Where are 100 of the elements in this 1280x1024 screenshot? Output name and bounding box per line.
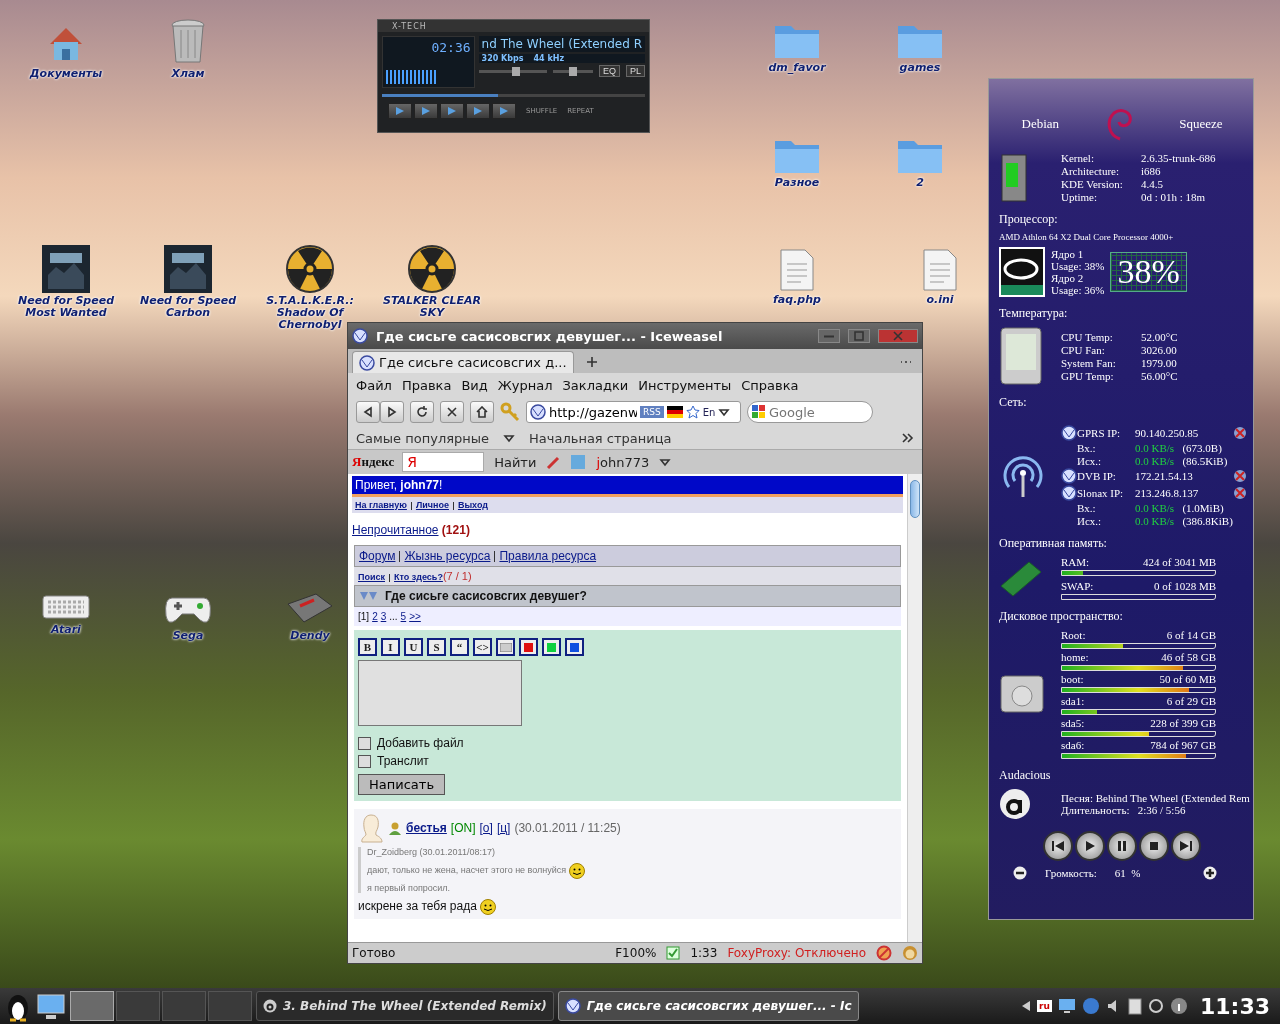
quote-line: я первый попросил.	[367, 883, 451, 893]
monitor-icon[interactable]	[36, 991, 66, 1021]
plus-icon[interactable]	[1203, 866, 1217, 880]
forum-link[interactable]: Правила ресурса	[499, 549, 597, 563]
color-button[interactable]	[565, 638, 584, 656]
power-icon[interactable]	[1147, 998, 1164, 1014]
menu-item[interactable]: Справка	[741, 377, 799, 393]
image-button[interactable]	[496, 638, 515, 656]
submit-button[interactable]: Написать	[358, 774, 446, 795]
keyboard-layout-indicator[interactable]: ru	[1037, 1000, 1052, 1012]
scrollbar[interactable]	[907, 474, 922, 942]
format-button[interactable]: B	[358, 638, 377, 656]
format-button[interactable]: S	[427, 638, 446, 656]
bar-value: 424 of 3041 MB	[1142, 556, 1216, 568]
close-button[interactable]	[878, 329, 918, 343]
nav-link[interactable]: Выход	[457, 500, 488, 510]
task-button[interactable]: 3. Behind The Wheel (Extended Remix)	[256, 991, 554, 1021]
menu-item[interactable]: Журнал	[497, 377, 553, 393]
network-label: Вх.:	[1077, 502, 1097, 514]
hard-drive-icon	[999, 672, 1045, 716]
bookmark-item[interactable]: Самые популярные	[356, 430, 490, 446]
menu-item[interactable]: Файл	[356, 377, 392, 393]
clipboard-icon[interactable]	[1127, 997, 1142, 1015]
desktop-icon-label[interactable]: dm_favor	[768, 62, 826, 74]
unread-link[interactable]: Непрочитанное	[352, 523, 439, 537]
browser-tab[interactable]: Где сисьге сасисовсгих д...	[352, 351, 574, 373]
page-link[interactable]: 5	[400, 611, 407, 622]
checkbox[interactable]	[358, 736, 371, 750]
format-button[interactable]: “	[450, 638, 469, 656]
search-link[interactable]: Кто здесь?	[394, 572, 443, 582]
page-link[interactable]: >>	[409, 611, 421, 622]
scrollbar-thumb[interactable]	[910, 480, 920, 518]
forum-link[interactable]: Форум	[359, 549, 396, 563]
desktop-icon-label[interactable]: 2	[916, 177, 924, 189]
transfer-rate: 0.0 KB/s	[1135, 502, 1175, 514]
equalizer-button[interactable]: EQ	[598, 65, 620, 77]
find-button[interactable]: Найти	[492, 454, 539, 470]
format-button[interactable]: <>	[473, 638, 492, 656]
info-icon[interactable]	[1169, 997, 1188, 1015]
blocked-icon	[876, 945, 892, 961]
arrow-left-icon[interactable]	[1021, 1000, 1032, 1012]
desktop-icon-label[interactable]: Need for Speed Most Wanted	[11, 295, 121, 319]
play-button[interactable]	[414, 103, 438, 119]
playlist-button[interactable]: PL	[626, 65, 645, 77]
menu-item[interactable]: Вид	[461, 377, 488, 393]
radiation-icon	[286, 245, 334, 293]
minimize-button[interactable]	[818, 329, 840, 343]
back-button[interactable]	[356, 401, 380, 423]
forward-button[interactable]	[380, 401, 404, 423]
search-box[interactable]: Google	[747, 401, 873, 423]
bar-value: 46 of 58 GB	[1161, 651, 1216, 663]
bookmark-item[interactable]: Начальная страница	[529, 430, 672, 446]
page-link[interactable]: 3	[380, 611, 387, 622]
volume-slider[interactable]	[512, 66, 521, 76]
desktop-icon-label[interactable]: Разное	[774, 177, 820, 189]
nav-link[interactable]: На главную	[355, 500, 407, 510]
menu-item[interactable]: Инструменты	[638, 377, 732, 393]
forum-link[interactable]: Жызнь ресурса	[404, 549, 491, 563]
post-link[interactable]: [ц]	[496, 821, 511, 835]
star-icon[interactable]	[685, 405, 700, 419]
desktop-icon-label[interactable]: games	[899, 62, 941, 74]
search-link[interactable]: Поиск	[358, 572, 385, 582]
yandex-search-field[interactable]: Я	[402, 452, 485, 472]
play-button[interactable]	[1075, 831, 1105, 861]
menu-item[interactable]: Закладки	[562, 377, 629, 393]
rss-badge[interactable]: RSS	[640, 406, 664, 418]
user-menu[interactable]: john773	[594, 454, 652, 470]
desktop-icon-label[interactable]: Хлам	[171, 68, 205, 80]
monitor-icon[interactable]	[1057, 998, 1076, 1014]
bar-label: boot:	[1061, 673, 1084, 685]
desktop-icon-label[interactable]: o.ini	[926, 294, 954, 306]
desktop-icon-label[interactable]: Need for Speed Carbon	[133, 295, 243, 319]
task-button[interactable]: Где сисьге сасисовсгих девушег... - Ic	[557, 991, 859, 1021]
page-link[interactable]: 2	[372, 611, 378, 622]
color-button[interactable]	[542, 638, 561, 656]
format-button[interactable]: I	[381, 638, 400, 656]
smiley-icon	[478, 897, 497, 915]
maximize-button[interactable]	[848, 329, 870, 343]
search-field[interactable]: Google	[769, 404, 859, 420]
nav-link[interactable]: Личное	[415, 500, 449, 510]
message-input[interactable]	[358, 660, 522, 726]
desktop-icon-label[interactable]: S.T.A.L.K.E.R.: Shadow Of Chernobyl	[255, 295, 365, 331]
menu-item[interactable]: Правка	[401, 377, 452, 393]
balance-slider[interactable]	[568, 66, 577, 76]
post-link[interactable]: [о]	[479, 821, 493, 835]
reload-button[interactable]	[410, 401, 434, 423]
globe-icon[interactable]	[1081, 997, 1100, 1015]
tab-title: Где сисьге сасисовсгих д...	[379, 355, 567, 370]
home-button[interactable]	[470, 401, 494, 423]
bar-label: sda6:	[1061, 739, 1085, 751]
minus-icon[interactable]	[1013, 866, 1027, 880]
spectrum-icon	[386, 70, 436, 84]
format-button[interactable]: U	[404, 638, 423, 656]
author-link[interactable]: бестья	[406, 821, 447, 835]
desktop-icon-label[interactable]: Документы	[29, 68, 103, 80]
desktop-icon-label[interactable]: STALKER CLEAR SKY	[377, 295, 487, 319]
plus-icon	[585, 356, 598, 368]
color-button[interactable]	[519, 638, 538, 656]
checkbox[interactable]	[358, 754, 371, 768]
desktop-icon-label[interactable]: faq.php	[773, 294, 821, 306]
